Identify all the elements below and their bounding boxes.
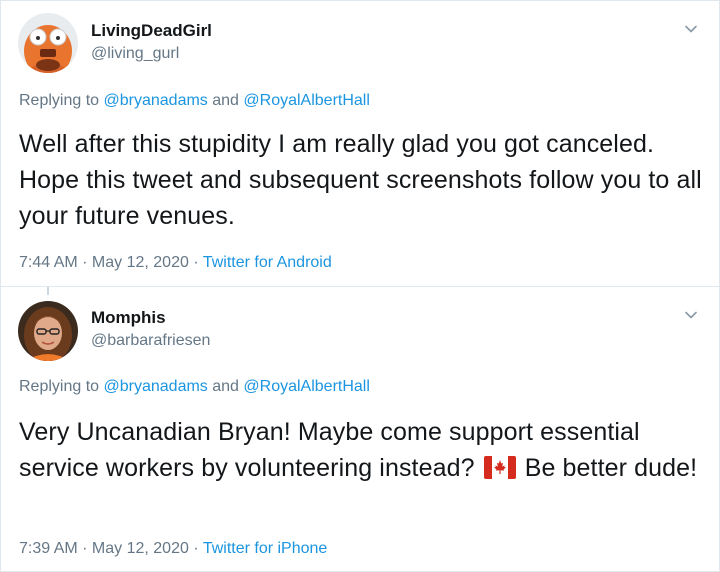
- tweet-text: Very Uncanadian Bryan! Maybe come suppor…: [19, 414, 709, 486]
- tweet-thread: LivingDeadGirl @living_gurl Replying to …: [0, 0, 720, 572]
- tweet-meta: 7:39 AM · May 12, 2020 · Twitter for iPh…: [19, 540, 327, 558]
- woman-avatar-icon: [18, 301, 78, 361]
- mention-link[interactable]: @bryanadams: [104, 378, 208, 395]
- avatar[interactable]: [18, 301, 78, 361]
- display-name[interactable]: LivingDeadGirl: [91, 21, 212, 41]
- tweet-text-part: Be better dude!: [517, 454, 698, 482]
- mention-link[interactable]: @RoyalAlbertHall: [243, 378, 370, 395]
- meta-separator: ·: [188, 540, 203, 557]
- avatar[interactable]: [18, 13, 78, 73]
- replying-joiner: and: [207, 92, 244, 109]
- replying-prefix: Replying to: [19, 92, 104, 109]
- mention-link[interactable]: @bryanadams: [104, 92, 208, 109]
- tweet-meta: 7:44 AM · May 12, 2020 · Twitter for And…: [19, 254, 332, 272]
- replying-joiner: and: [207, 378, 244, 395]
- tweet[interactable]: LivingDeadGirl @living_gurl Replying to …: [1, 1, 719, 287]
- chevron-down-icon[interactable]: [683, 21, 699, 37]
- replying-to: Replying to @bryanadams and @RoyalAlbert…: [19, 378, 370, 396]
- display-name[interactable]: Momphis: [91, 308, 166, 328]
- chevron-down-icon[interactable]: [683, 307, 699, 323]
- meta-separator: ·: [77, 540, 92, 557]
- thread-connector: [47, 287, 49, 295]
- tweet[interactable]: Momphis @barbarafriesen Replying to @bry…: [1, 287, 719, 571]
- meta-separator: ·: [188, 254, 203, 271]
- replying-to: Replying to @bryanadams and @RoyalAlbert…: [19, 92, 370, 110]
- muppet-avatar-icon: [18, 13, 78, 73]
- tweet-source[interactable]: Twitter for iPhone: [203, 540, 328, 557]
- tweet-time[interactable]: 7:39 AM: [19, 540, 78, 557]
- user-handle[interactable]: @living_gurl: [91, 45, 179, 63]
- mention-link[interactable]: @RoyalAlbertHall: [243, 92, 370, 109]
- tweet-date[interactable]: May 12, 2020: [92, 254, 189, 271]
- tweet-text: Well after this stupidity I am really gl…: [19, 130, 702, 230]
- canada-flag-emoji-icon: [483, 453, 516, 479]
- tweet-date[interactable]: May 12, 2020: [92, 540, 189, 557]
- meta-separator: ·: [77, 254, 92, 271]
- user-handle[interactable]: @barbarafriesen: [91, 332, 210, 350]
- replying-prefix: Replying to: [19, 378, 104, 395]
- tweet-time[interactable]: 7:44 AM: [19, 254, 78, 271]
- tweet-source[interactable]: Twitter for Android: [203, 254, 332, 271]
